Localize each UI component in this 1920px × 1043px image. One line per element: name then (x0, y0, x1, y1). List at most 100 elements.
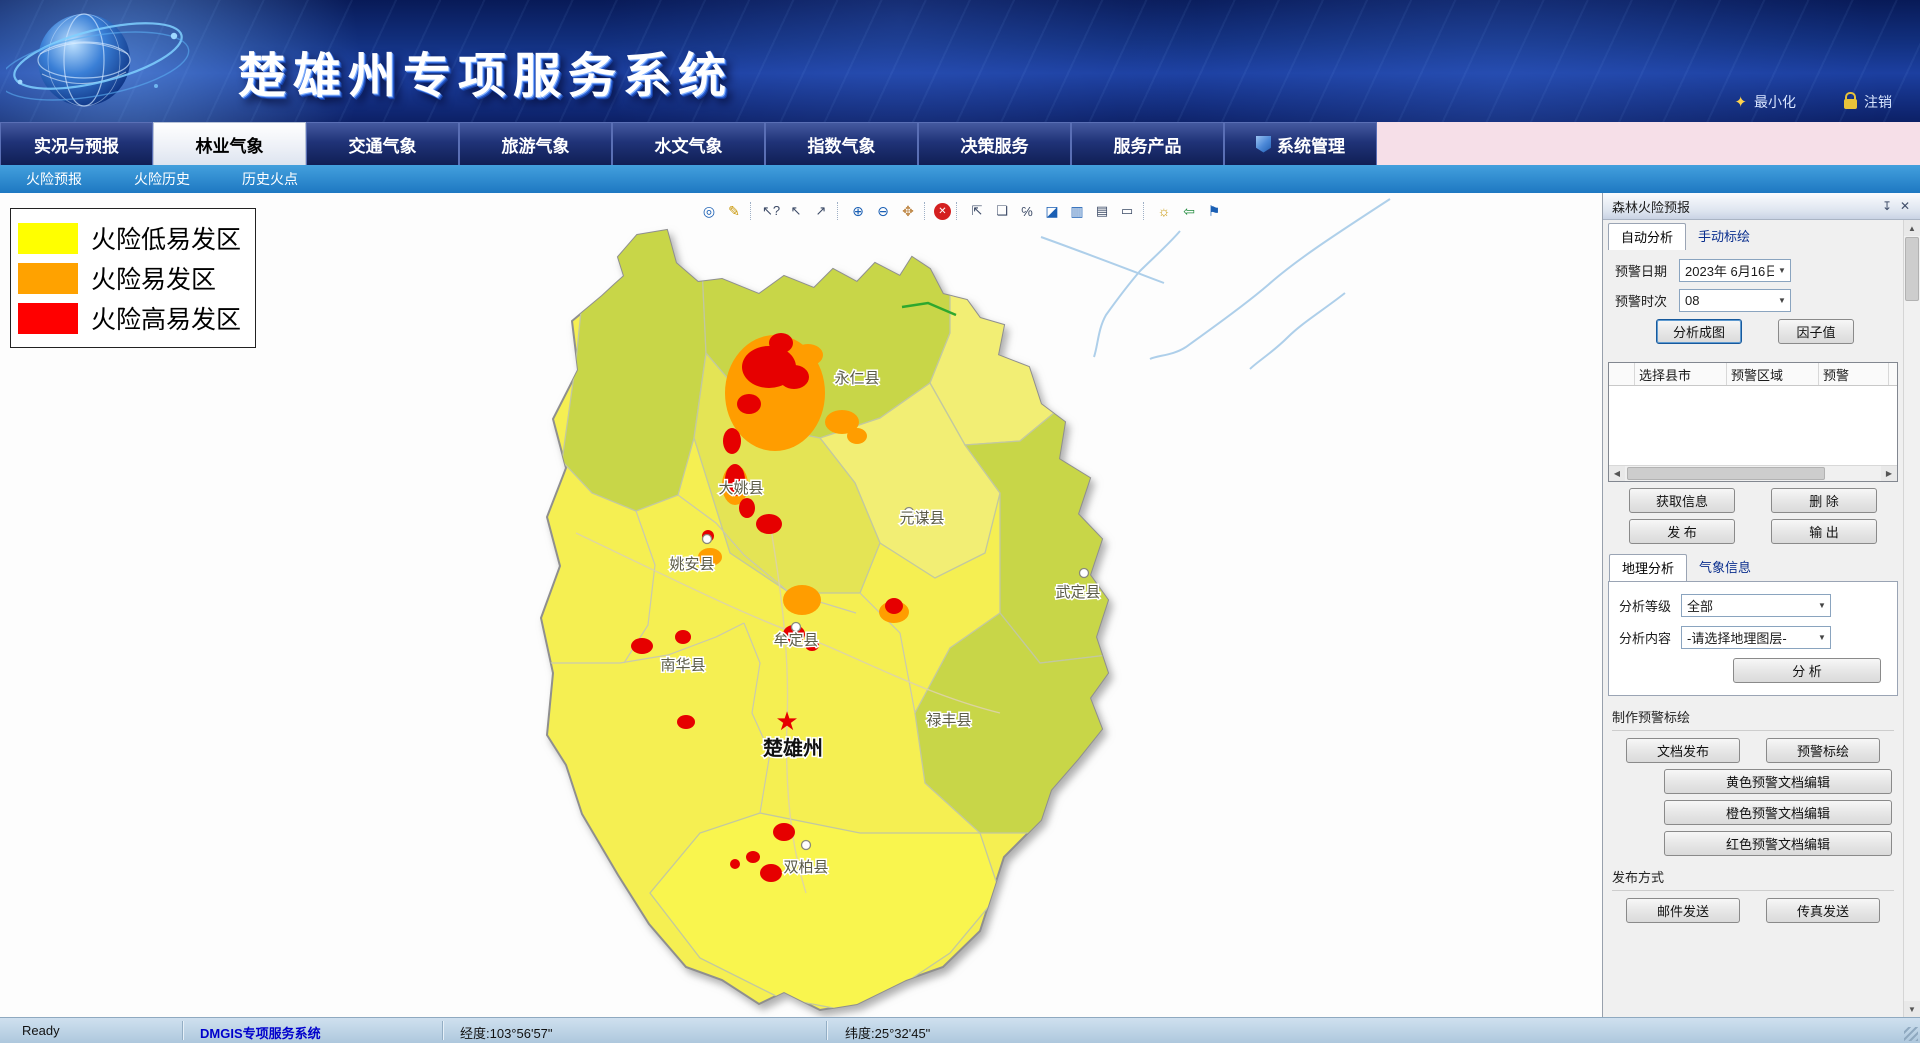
identify-icon[interactable]: ↖? (760, 200, 782, 222)
resize-grip[interactable] (1904, 1027, 1918, 1041)
tab-weather-info[interactable]: 气象信息 (1687, 554, 1763, 581)
pin-icon[interactable]: ↧ (1878, 197, 1896, 215)
output-button[interactable]: 输 出 (1771, 519, 1877, 544)
minimize-label: 最小化 (1754, 92, 1796, 112)
grid-hscrollbar[interactable]: ◀ ▶ (1609, 465, 1897, 481)
tab-forestry-weather[interactable]: 林业气象 (153, 122, 306, 165)
tab-geo-analysis[interactable]: 地理分析 (1609, 554, 1687, 581)
scroll-left-icon[interactable]: ◀ (1609, 466, 1625, 481)
profile-chart-icon[interactable]: ◪ (1041, 200, 1063, 222)
tab-manual-plot[interactable]: 手动标绘 (1686, 223, 1762, 250)
status-system-link[interactable]: DMGIS专项服务系统 (200, 1023, 321, 1042)
globe-icon[interactable]: ◎ (698, 200, 720, 222)
pointer-icon[interactable]: ↖ (785, 200, 807, 222)
tab-auto-analysis[interactable]: 自动分析 (1608, 223, 1686, 250)
print-icon[interactable]: ▤ (1091, 200, 1113, 222)
scale-icon[interactable]: ℅ (1016, 200, 1038, 222)
logout-button[interactable]: 注销 (1844, 92, 1892, 112)
geo-analysis-block: 分析等级 全部 ▼ 分析内容 -请选择地理图层- ▼ (1608, 581, 1898, 696)
bulb-icon[interactable]: ☼ (1153, 200, 1175, 222)
city-label-chuxiong: 楚雄州 (763, 736, 823, 760)
warning-time-select[interactable]: 08 ▼ (1679, 289, 1791, 312)
chevron-down-icon: ▼ (1814, 601, 1830, 610)
red-doc-edit-button[interactable]: 红色预警文档编辑 (1664, 831, 1892, 856)
window-icon[interactable]: ❏ (991, 200, 1013, 222)
panel-body: 自动分析 手动标绘 预警日期 2023年 6月16日 ▼ 预警时次 (1603, 220, 1903, 1017)
warning-plot-button[interactable]: 预警标绘 (1766, 738, 1880, 763)
close-icon[interactable]: ✕ (1896, 197, 1914, 215)
submenu-fire-forecast[interactable]: 火险预报 (26, 169, 82, 189)
analysis-content-label: 分析内容 (1619, 628, 1681, 647)
legend-row: 火险易发区 (18, 260, 241, 296)
get-info-button[interactable]: 获取信息 (1629, 488, 1735, 513)
delete-button[interactable]: 删 除 (1771, 488, 1877, 513)
panel-vscrollbar[interactable]: ▲ ▼ (1903, 220, 1920, 1017)
stop-icon[interactable]: ✕ (934, 203, 951, 220)
county-label-shuangbai: 双柏县 (783, 859, 828, 876)
analysis-content-select[interactable]: -请选择地理图层- ▼ (1681, 626, 1831, 649)
legend-swatch-medium (18, 263, 78, 294)
legend-swatch-low (18, 223, 78, 254)
bar-chart-icon[interactable]: ▥ (1066, 200, 1088, 222)
panel-titlebar: 森林火险预报 ↧ ✕ (1603, 193, 1920, 220)
tab-hydrology-weather[interactable]: 水文气象 (612, 122, 765, 165)
publish-mode-title: 发布方式 (1612, 867, 1894, 891)
analysis-level-select[interactable]: 全部 ▼ (1681, 594, 1831, 617)
legend-label: 火险易发区 (91, 260, 216, 296)
tab-index-weather[interactable]: 指数气象 (765, 122, 918, 165)
tab-label: 水文气象 (655, 132, 723, 157)
submenu-historic-firepoints[interactable]: 历史火点 (242, 169, 298, 189)
doc-publish-button[interactable]: 文档发布 (1626, 738, 1740, 763)
tab-decision-service[interactable]: 决策服务 (918, 122, 1071, 165)
status-ready: Ready (22, 1023, 60, 1038)
county-label-dayao: 大姚县 (718, 480, 763, 497)
submenu-fire-history[interactable]: 火险历史 (134, 169, 190, 189)
toolbar-separator (750, 202, 755, 220)
warning-date-select[interactable]: 2023年 6月16日 ▼ (1679, 259, 1791, 282)
warning-form: 预警日期 2023年 6月16日 ▼ 预警时次 08 ▼ (1603, 250, 1903, 354)
tab-label: 实况与预报 (34, 132, 119, 157)
minimize-button[interactable]: ✦ 最小化 (1734, 92, 1796, 112)
yellow-doc-edit-button[interactable]: 黄色预警文档编辑 (1664, 769, 1892, 794)
legend-swatch-high (18, 303, 78, 334)
tab-tourism-weather[interactable]: 旅游气象 (459, 122, 612, 165)
zoom-in-icon[interactable]: ⊕ (847, 200, 869, 222)
back-icon[interactable]: ⇦ (1178, 200, 1200, 222)
panel-title: 森林火险预报 (1612, 197, 1878, 216)
tab-system-management[interactable]: 系统管理 (1224, 122, 1377, 165)
warning-grid[interactable]: 选择县市 预警区域 预警 ◀ ▶ (1608, 362, 1898, 482)
tab-service-products[interactable]: 服务产品 (1071, 122, 1224, 165)
analyze-map-button[interactable]: 分析成图 (1656, 319, 1742, 344)
tab-traffic-weather[interactable]: 交通气象 (306, 122, 459, 165)
mail-send-button[interactable]: 邮件发送 (1626, 898, 1740, 923)
forest-fire-panel: 森林火险预报 ↧ ✕ 自动分析 手动标绘 预警日期 2023年 6月16日 (1602, 193, 1920, 1017)
pan-icon[interactable]: ✥ (897, 200, 919, 222)
legend-row: 火险低易发区 (18, 220, 241, 256)
zoom-out-icon[interactable]: ⊖ (872, 200, 894, 222)
orange-doc-edit-button[interactable]: 橙色预警文档编辑 (1664, 800, 1892, 825)
publish-button[interactable]: 发 布 (1629, 519, 1735, 544)
analysis-content-value: -请选择地理图层- (1687, 628, 1814, 647)
measure-icon[interactable]: ✎ (723, 200, 745, 222)
route-icon[interactable]: ⚑ (1203, 200, 1225, 222)
grid-column-warning: 预警 (1819, 363, 1889, 385)
factor-value-button[interactable]: 因子值 (1778, 319, 1854, 344)
tab-label: 交通气象 (349, 132, 417, 157)
tab-label: 系统管理 (1277, 132, 1345, 157)
analyze-button[interactable]: 分 析 (1733, 658, 1881, 683)
ruler-icon[interactable]: ▭ (1116, 200, 1138, 222)
full-extent-icon[interactable]: ⇱ (966, 200, 988, 222)
fire-risk-legend: 火险低易发区 火险易发区 火险高易发区 (10, 208, 256, 348)
hotlink-icon[interactable]: ↗ (810, 200, 832, 222)
scroll-down-icon[interactable]: ▼ (1904, 1001, 1920, 1017)
vscroll-thumb[interactable] (1905, 237, 1919, 301)
app-title: 楚雄州专项服务系统 (238, 36, 733, 106)
tab-realtime-forecast[interactable]: 实况与预报 (0, 122, 153, 165)
county-label-lufeng: 禄丰县 (926, 712, 971, 729)
scroll-right-icon[interactable]: ▶ (1881, 466, 1897, 481)
warning-time-label: 预警时次 (1615, 291, 1679, 310)
fax-send-button[interactable]: 传真发送 (1766, 898, 1880, 923)
toolbar-separator (924, 202, 929, 220)
hscroll-thumb[interactable] (1627, 467, 1825, 480)
scroll-up-icon[interactable]: ▲ (1904, 220, 1920, 236)
